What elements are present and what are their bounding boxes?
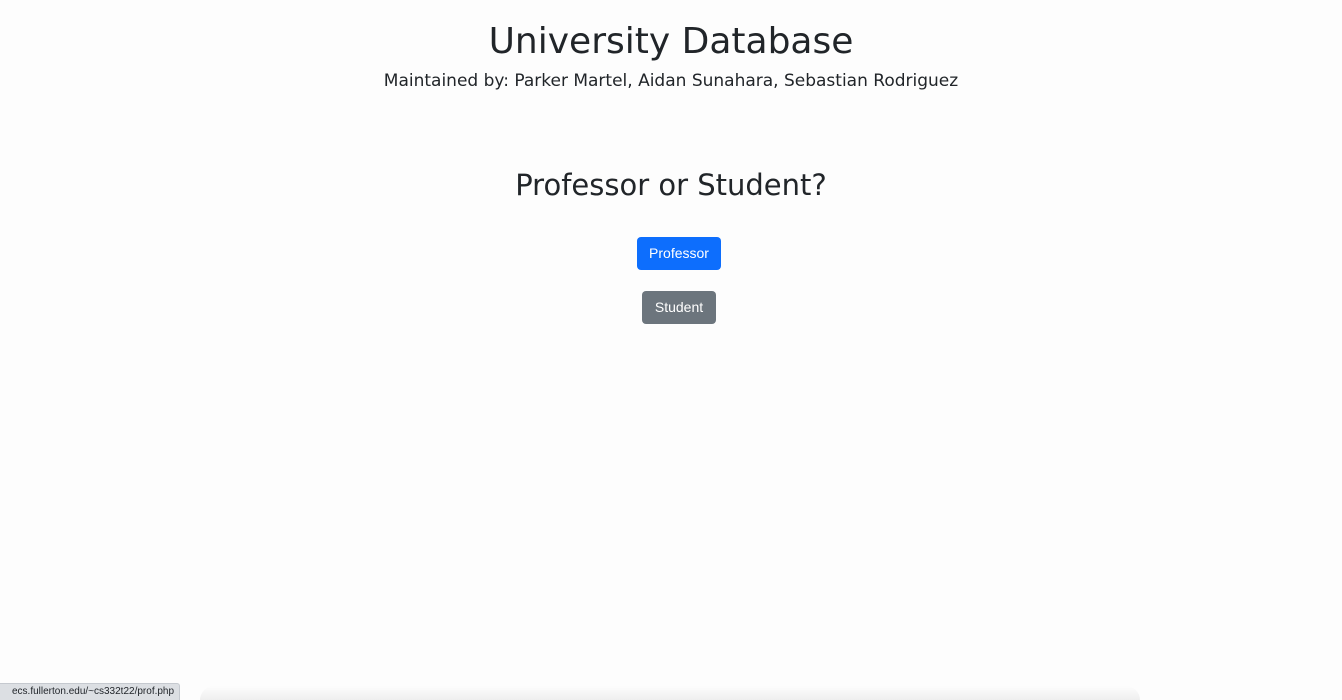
student-button[interactable]: Student xyxy=(642,291,716,324)
link-status-bar: ecs.fullerton.edu/~cs332t22/prof.php xyxy=(0,683,181,700)
role-question-heading: Professor or Student? xyxy=(515,168,827,202)
page-title: University Database xyxy=(488,21,854,62)
window-bottom-shadow xyxy=(200,686,1140,700)
professor-button[interactable]: Professor xyxy=(637,237,721,270)
maintainers-text: Maintained by: Parker Martel, Aidan Suna… xyxy=(383,71,959,91)
